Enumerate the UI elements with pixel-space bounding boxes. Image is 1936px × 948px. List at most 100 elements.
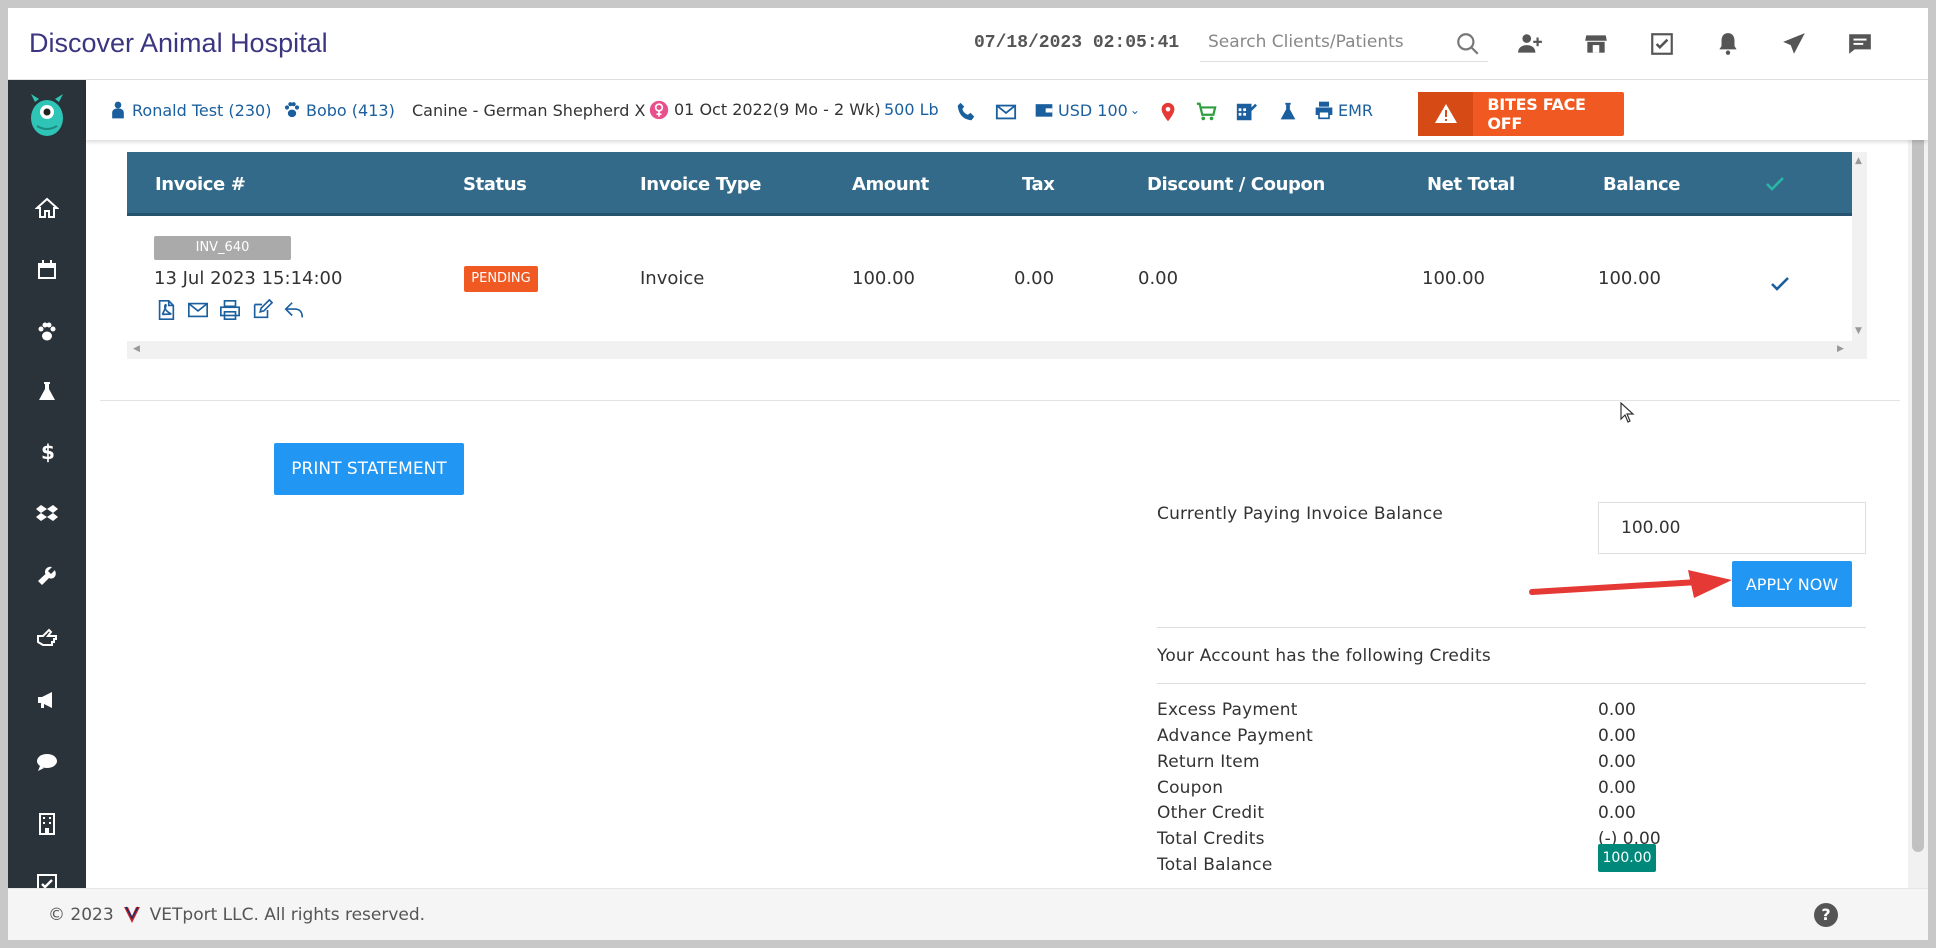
print-statement-button[interactable]: PRINT STATEMENT xyxy=(274,443,464,495)
location-pin-icon[interactable] xyxy=(1156,100,1180,124)
building-icon[interactable] xyxy=(27,804,67,844)
scroll-down-icon[interactable]: ▼ xyxy=(1855,326,1862,336)
printer-icon[interactable] xyxy=(218,298,242,322)
col-discount[interactable]: Discount / Coupon xyxy=(1147,174,1325,195)
add-client-icon[interactable] xyxy=(1514,28,1546,60)
wallet-icon xyxy=(1035,104,1053,117)
wallet-balance[interactable]: USD 100 ⌄ xyxy=(1034,100,1140,120)
emr-label[interactable]: EMR xyxy=(1338,101,1373,120)
col-amount[interactable]: Amount xyxy=(852,174,929,195)
table-horizontal-scrollbar[interactable]: ◀ ▶ xyxy=(127,341,1867,359)
paw-icon xyxy=(284,102,300,118)
lab-flask-icon[interactable] xyxy=(27,372,67,412)
credit-value: 0.00 xyxy=(1598,778,1636,798)
paying-balance-input[interactable] xyxy=(1598,502,1866,554)
app-logo-icon[interactable] xyxy=(25,92,69,138)
calculator-icon[interactable] xyxy=(1234,100,1258,124)
emr-link[interactable]: EMR xyxy=(1314,100,1373,120)
phone-icon[interactable] xyxy=(954,100,978,124)
paw-icon[interactable] xyxy=(27,312,67,352)
credit-label: Total Credits xyxy=(1157,829,1265,849)
bell-icon[interactable] xyxy=(1712,28,1744,60)
client-name[interactable]: Ronald Test (230) xyxy=(132,101,271,120)
section-divider xyxy=(100,400,1900,401)
svg-text:$: $ xyxy=(41,440,55,464)
invoice-net-total: 100.00 xyxy=(1422,268,1485,289)
credits-top-divider xyxy=(1157,627,1866,628)
scroll-up-icon[interactable]: ▲ xyxy=(1855,156,1862,166)
app-window: Discover Animal Hospital 07/18/2023 02:0… xyxy=(8,8,1928,940)
cart-icon[interactable] xyxy=(1194,100,1218,124)
credit-label: Advance Payment xyxy=(1157,726,1314,746)
client-person-icon xyxy=(112,101,124,119)
col-tax[interactable]: Tax xyxy=(1022,174,1055,195)
invoice-discount: 0.00 xyxy=(1138,268,1179,289)
send-icon[interactable] xyxy=(1778,28,1810,60)
company-name: VETport LLC. All rights reserved. xyxy=(149,905,426,925)
page-scrollbar-thumb[interactable] xyxy=(1912,126,1924,852)
footer: © 2023 VETport LLC. All rights reserved.… xyxy=(8,888,1928,940)
alert-text: BITES FACE OFF xyxy=(1487,95,1586,133)
col-balance[interactable]: Balance xyxy=(1603,174,1680,195)
pdf-icon[interactable] xyxy=(154,298,178,322)
select-all-check-icon[interactable] xyxy=(1763,172,1787,200)
email-icon[interactable] xyxy=(186,298,210,322)
dropbox-icon[interactable] xyxy=(27,494,67,534)
col-invoice-type[interactable]: Invoice Type xyxy=(640,174,762,195)
apply-now-button[interactable]: APPLY NOW xyxy=(1732,561,1852,607)
chat-icon[interactable] xyxy=(1844,28,1876,60)
total-balance-badge: 100.00 xyxy=(1598,844,1656,872)
patient-info-bar: Ronald Test (230) Bobo (413) Canine - Ge… xyxy=(86,80,1928,140)
lab-flask-icon[interactable] xyxy=(1276,100,1300,124)
home-icon[interactable] xyxy=(27,188,67,228)
edit-icon[interactable] xyxy=(250,298,274,322)
patient-dob: 01 Oct 2022(9 Mo - 2 Wk) xyxy=(674,100,881,119)
thumbs-point-icon[interactable] xyxy=(27,618,67,658)
col-net-total[interactable]: Net Total xyxy=(1427,174,1515,195)
printer-icon xyxy=(1315,101,1333,120)
credit-label: Coupon xyxy=(1157,778,1224,798)
currency-value[interactable]: USD 100 xyxy=(1058,101,1128,120)
email-icon[interactable] xyxy=(994,100,1018,124)
current-datetime: 07/18/2023 02:05:41 xyxy=(974,33,1180,53)
invoice-tax: 0.00 xyxy=(1014,268,1055,289)
table-row[interactable] xyxy=(127,216,1852,349)
patient-link[interactable]: Bobo (413) xyxy=(282,100,395,120)
chevron-down-icon[interactable]: ⌄ xyxy=(1130,103,1140,117)
store-icon[interactable] xyxy=(1580,28,1612,60)
patient-breed: Canine - German Shepherd X xyxy=(412,100,673,120)
patient-name[interactable]: Bobo (413) xyxy=(306,101,395,120)
col-status[interactable]: Status xyxy=(463,174,527,195)
paying-balance-label: Currently Paying Invoice Balance xyxy=(1157,504,1444,524)
credits-divider xyxy=(1157,683,1866,684)
help-icon[interactable]: ? xyxy=(1814,903,1838,927)
client-link[interactable]: Ronald Test (230) xyxy=(108,100,271,120)
sidebar: $ xyxy=(8,80,86,940)
calendar-icon[interactable] xyxy=(27,250,67,290)
search-icon[interactable] xyxy=(1452,28,1484,60)
wrench-icon[interactable] xyxy=(27,556,67,596)
row-select-check-icon[interactable] xyxy=(1768,272,1792,300)
female-icon xyxy=(650,100,669,120)
table-vertical-scrollbar[interactable]: ▲ ▼ xyxy=(1852,152,1867,341)
scroll-left-icon[interactable]: ◀ xyxy=(133,344,140,354)
credit-value: 0.00 xyxy=(1598,726,1636,746)
task-check-icon[interactable] xyxy=(1646,28,1678,60)
col-invoice-number[interactable]: Invoice # xyxy=(155,174,246,195)
vetport-logo-icon xyxy=(123,906,140,923)
invoice-balance: 100.00 xyxy=(1598,268,1661,289)
patient-weight[interactable]: 500 Lb xyxy=(884,100,939,119)
dollar-icon[interactable]: $ xyxy=(27,432,67,472)
top-header: Discover Animal Hospital 07/18/2023 02:0… xyxy=(8,8,1928,80)
invoice-date: 13 Jul 2023 15:14:00 xyxy=(154,268,343,289)
reply-icon[interactable] xyxy=(282,298,306,322)
search-input[interactable] xyxy=(1200,22,1488,62)
comments-icon[interactable] xyxy=(27,742,67,782)
red-arrow-annotation xyxy=(1529,570,1732,598)
patient-alert-badge[interactable]: BITES FACE OFF xyxy=(1418,92,1624,136)
invoice-type: Invoice xyxy=(640,268,705,289)
megaphone-icon[interactable] xyxy=(27,680,67,720)
scroll-right-icon[interactable]: ▶ xyxy=(1837,344,1844,354)
invoice-id-badge[interactable]: INV_640 xyxy=(154,236,291,260)
brand-title[interactable]: Discover Animal Hospital xyxy=(29,28,328,59)
